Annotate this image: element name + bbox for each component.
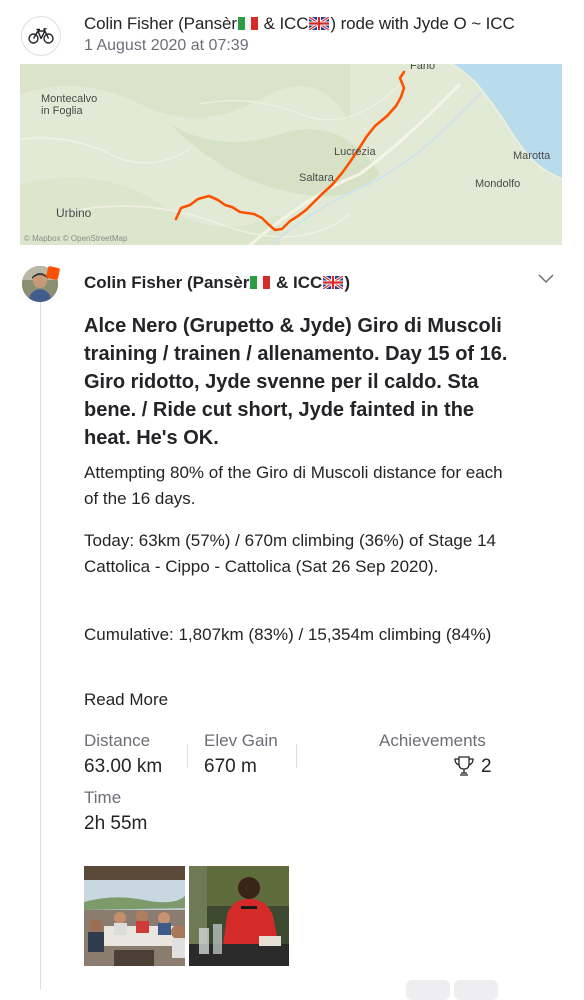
activity-photo-1[interactable] <box>84 866 185 966</box>
distance-value: 63.00 km <box>84 756 163 777</box>
photo-rider-red-jersey <box>189 866 289 966</box>
trophy-icon <box>454 756 474 776</box>
uk-flag-icon <box>309 17 330 30</box>
map-label-mondolfo: Mondolfo <box>475 178 521 190</box>
athlete-name-mid: & ICC <box>271 273 323 292</box>
stat-divider <box>296 744 297 768</box>
chevron-down-icon[interactable] <box>537 271 555 285</box>
athlete-name-prefix: Colin Fisher (Pansèr <box>84 273 250 292</box>
group-activity-header: Colin Fisher (Pansèr & ICC ) rode with Jy… <box>0 0 584 64</box>
map-label-fano: Fano <box>410 64 436 72</box>
description-paragraph-1: Attempting 80% of the Giro di Muscoli di… <box>84 463 503 508</box>
achievements-label: Achievements <box>379 731 486 750</box>
italy-flag-icon <box>250 276 271 289</box>
achievements-value: 2 <box>481 756 492 777</box>
read-more-link[interactable]: Read More <box>84 690 168 710</box>
thread-connector-line <box>40 300 41 990</box>
map-label-lucrezia: Lucrezia <box>334 146 376 158</box>
strava-badge-icon <box>45 265 61 281</box>
map-label-saltara: Saltara <box>299 172 334 184</box>
time-value: 2h 55m <box>84 813 148 834</box>
activity-date: 1 August 2020 at 07:39 <box>84 37 249 54</box>
description-paragraph-2: Today: 63km (57%) / 670m climbing (36%) … <box>84 531 496 576</box>
italy-flag-icon <box>237 17 258 30</box>
elev-gain-label: Elev Gain <box>204 731 278 750</box>
group-title-mid: & ICC <box>258 14 309 33</box>
group-title-prefix: Colin Fisher (Pansèr <box>84 14 237 33</box>
stat-divider <box>187 744 188 768</box>
group-ride-title[interactable]: Colin Fisher (Pansèr & ICC ) rode with Jy… <box>84 14 515 34</box>
uk-flag-icon <box>323 276 344 289</box>
map-label-marotta: Marotta <box>513 150 551 162</box>
activity-title[interactable]: Alce Nero (Grupetto & Jyde) Giro di Musc… <box>84 312 514 452</box>
kudos-button[interactable] <box>406 980 450 1000</box>
description-paragraph-3: Cumulative: 1,807km (83%) / 15,354m clim… <box>84 625 492 644</box>
map-label-montecalvo: Montecalvo in Foglia <box>41 93 98 117</box>
map-label-urbino: Urbino <box>56 206 92 220</box>
group-title-suffix: ) rode with Jyde O ~ ICC <box>330 14 515 33</box>
map-credit: © Mapbox © OpenStreetMap <box>24 234 128 243</box>
map-terrain <box>20 64 562 245</box>
activity-photo-2[interactable] <box>189 866 289 966</box>
photo-group-table <box>84 866 185 966</box>
bicycle-icon <box>21 16 61 56</box>
time-label: Time <box>84 788 122 807</box>
elev-gain-value: 670 m <box>204 756 257 777</box>
comment-button[interactable] <box>454 980 498 1000</box>
athlete-name-suffix: ) <box>344 273 350 292</box>
athlete-name[interactable]: Colin Fisher (Pansèr & ICC) <box>84 273 350 293</box>
distance-label: Distance <box>84 731 151 750</box>
route-map[interactable]: Montecalvo in Foglia Fano Lucrezia Salta… <box>20 64 562 245</box>
